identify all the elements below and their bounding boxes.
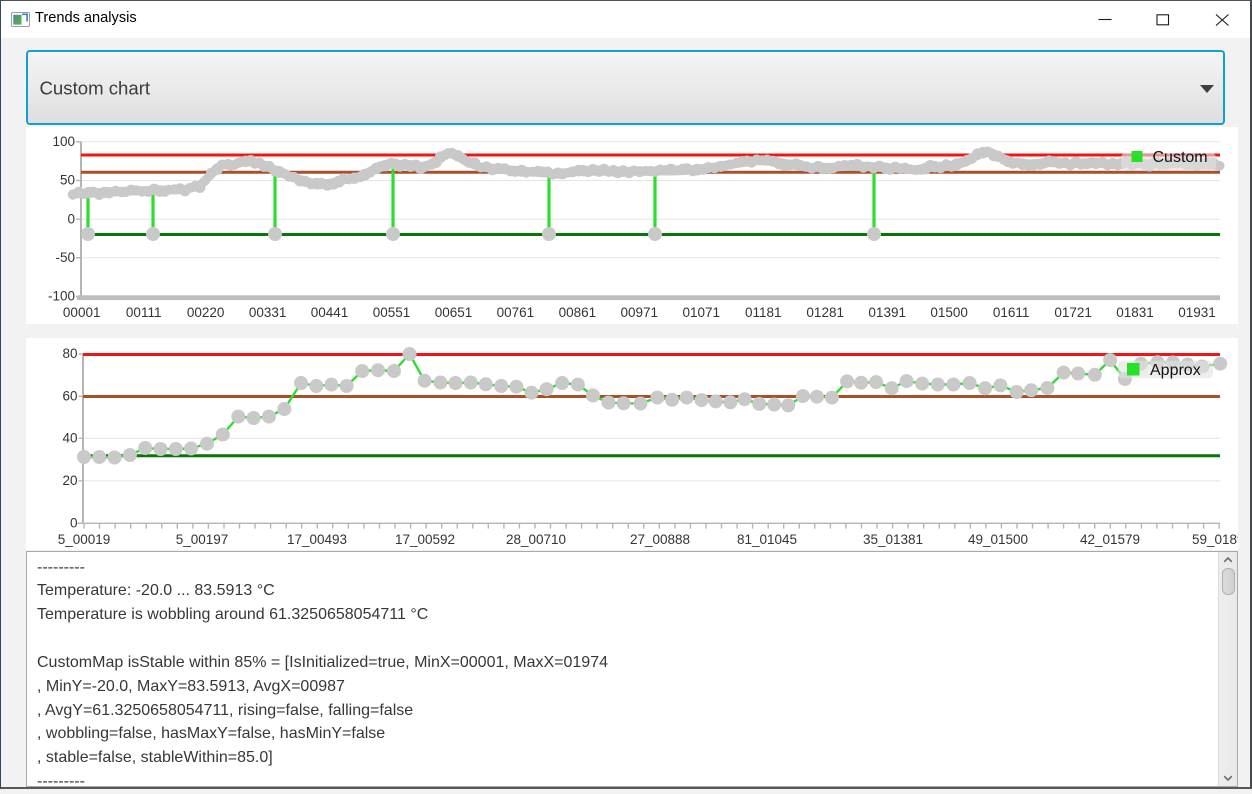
svg-text:0: 0 <box>67 211 75 226</box>
svg-text:00761: 00761 <box>497 305 535 320</box>
svg-text:28_00710: 28_00710 <box>506 532 566 547</box>
svg-text:01931: 01931 <box>1178 305 1216 320</box>
svg-text:49_01500: 49_01500 <box>968 532 1028 547</box>
svg-text:17_00592: 17_00592 <box>395 532 455 547</box>
svg-text:01611: 01611 <box>993 305 1030 320</box>
svg-text:5_00019: 5_00019 <box>58 532 111 547</box>
svg-text:Approx: Approx <box>1150 362 1201 379</box>
svg-text:01831: 01831 <box>1116 305 1154 320</box>
svg-text:00331: 00331 <box>249 305 287 320</box>
svg-text:0: 0 <box>70 516 78 531</box>
svg-text:17_00493: 17_00493 <box>287 532 347 547</box>
svg-text:00861: 00861 <box>559 305 597 320</box>
svg-text:01721: 01721 <box>1054 305 1092 320</box>
svg-text:00220: 00220 <box>187 305 225 320</box>
svg-text:60: 60 <box>62 389 77 404</box>
svg-text:50: 50 <box>60 172 75 187</box>
svg-text:00971: 00971 <box>621 305 659 320</box>
svg-text:100: 100 <box>52 134 75 149</box>
svg-text:42_01579: 42_01579 <box>1080 532 1140 547</box>
svg-text:59_01896: 59_01896 <box>1192 532 1238 547</box>
svg-text:01071: 01071 <box>683 305 721 320</box>
svg-text:80: 80 <box>62 346 77 361</box>
svg-text:01281: 01281 <box>806 305 844 320</box>
svg-text:00111: 00111 <box>126 305 162 320</box>
svg-text:00441: 00441 <box>311 305 349 320</box>
svg-text:20: 20 <box>62 473 77 488</box>
svg-text:01500: 01500 <box>930 305 968 320</box>
svg-text:-100: -100 <box>48 288 75 303</box>
svg-text:27_00888: 27_00888 <box>630 532 690 547</box>
svg-text:Custom: Custom <box>1153 149 1208 166</box>
svg-text:5_00197: 5_00197 <box>176 532 229 547</box>
svg-text:01181: 01181 <box>745 305 782 320</box>
svg-text:00551: 00551 <box>373 305 411 320</box>
svg-text:35_01381: 35_01381 <box>863 532 923 547</box>
svg-text:-50: -50 <box>55 250 75 265</box>
svg-text:81_01045: 81_01045 <box>737 532 797 547</box>
svg-text:00651: 00651 <box>435 305 473 320</box>
svg-text:00001: 00001 <box>63 305 101 320</box>
svg-text:01391: 01391 <box>868 305 906 320</box>
svg-text:40: 40 <box>62 430 77 445</box>
